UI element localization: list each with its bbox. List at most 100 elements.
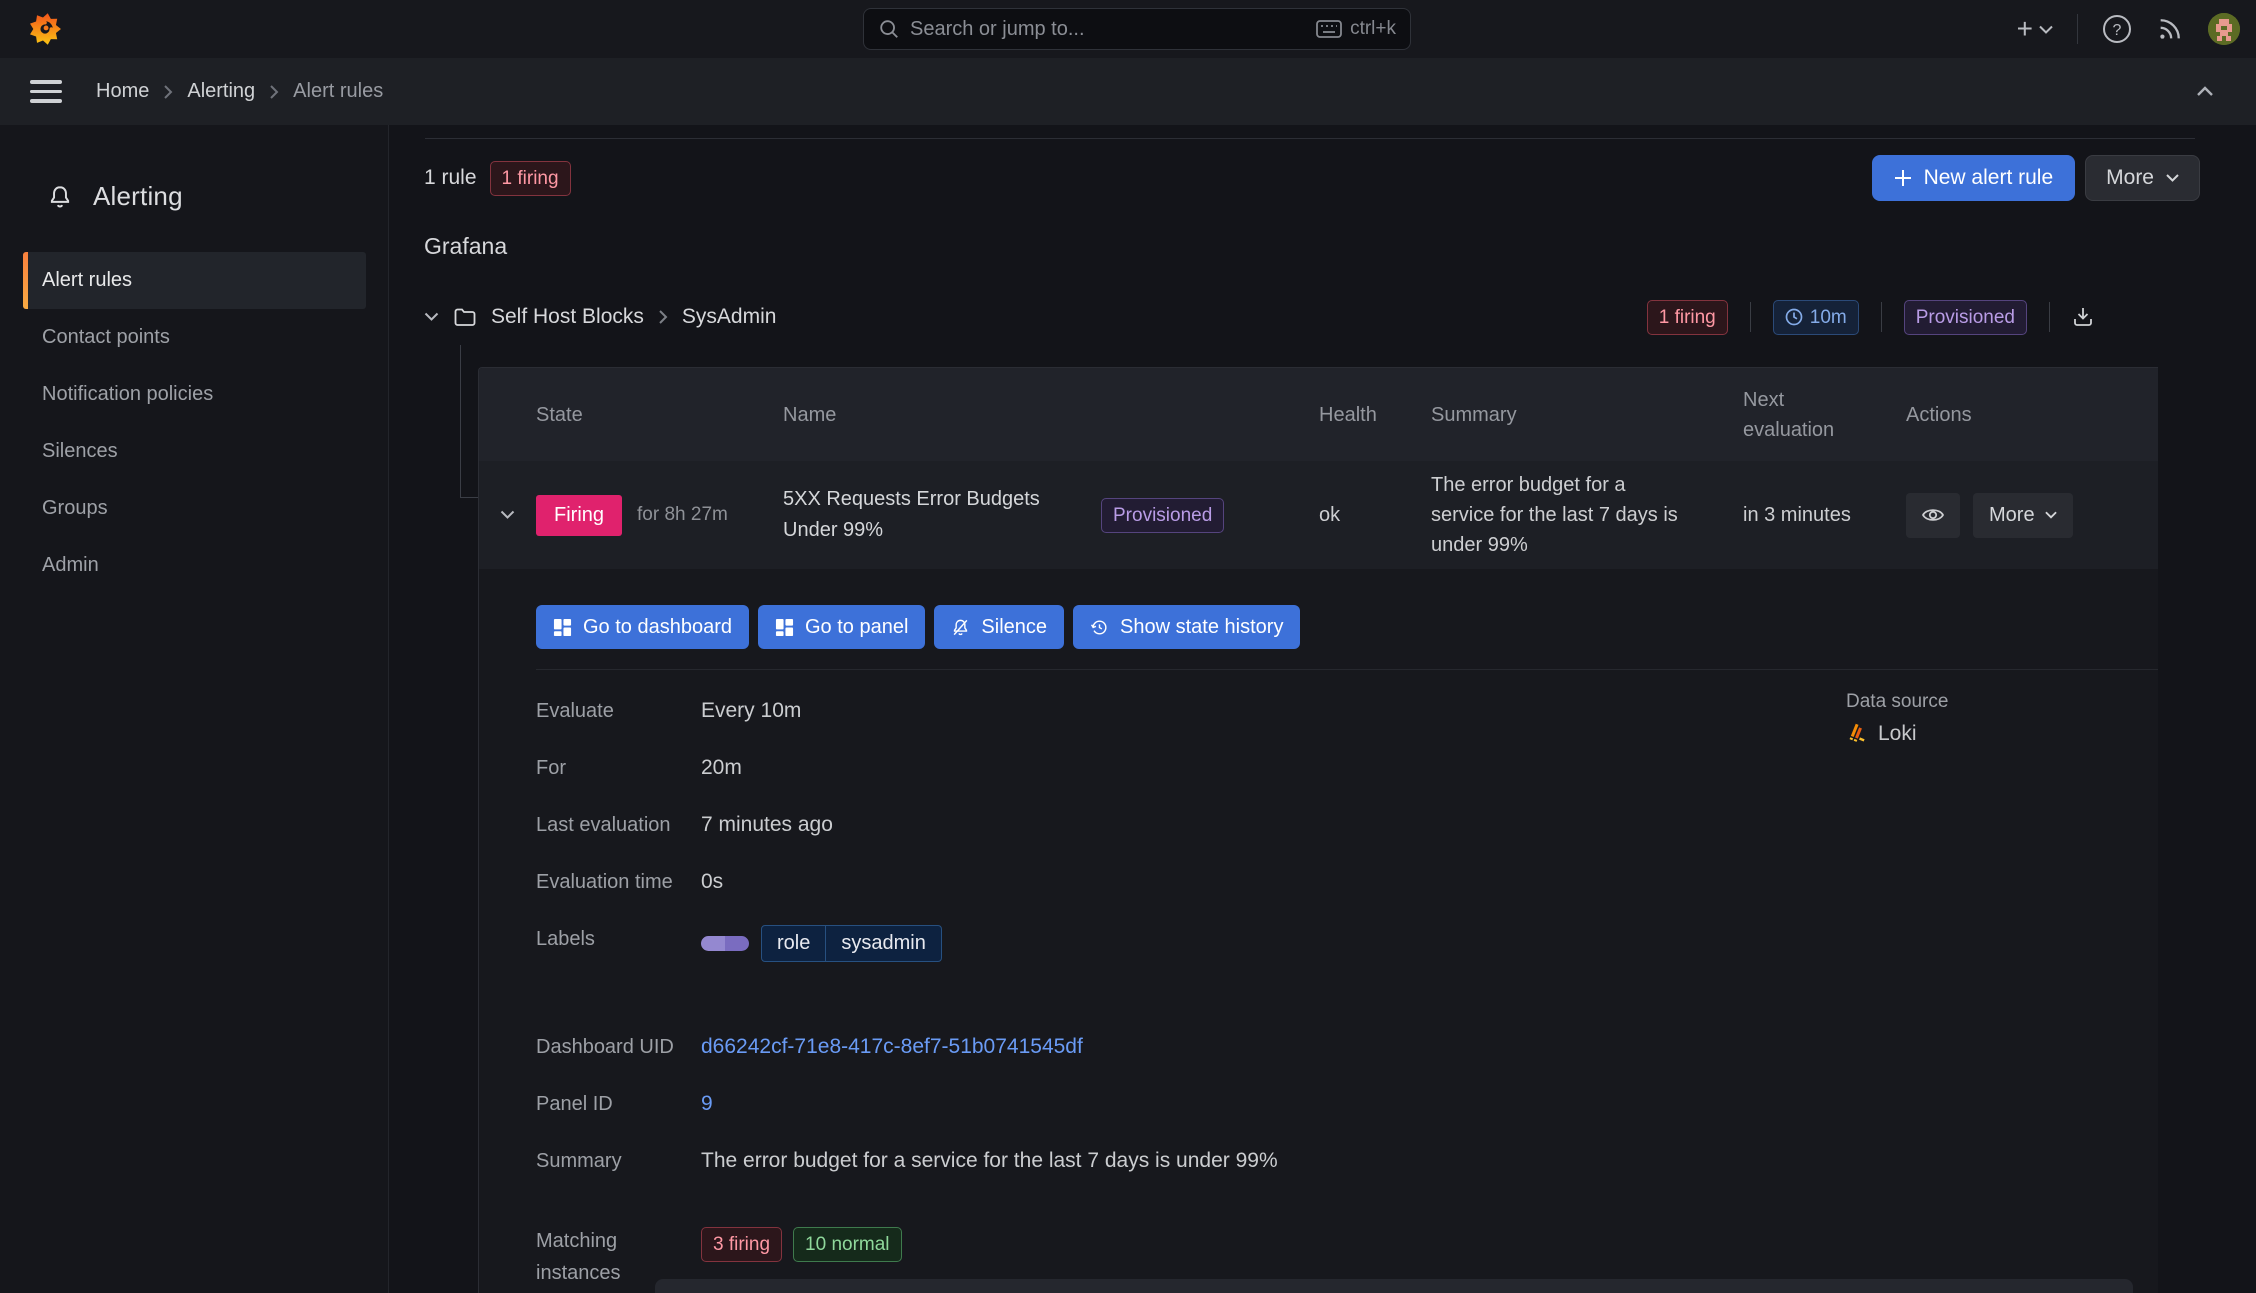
collapse-chevron-icon[interactable] (424, 312, 439, 322)
row-expand-chevron[interactable] (479, 510, 536, 520)
chevron-down-icon (2166, 174, 2179, 182)
clock-icon (1785, 308, 1803, 326)
sidebar-item-contact-points[interactable]: Contact points (23, 309, 366, 366)
detail-row-evaluate: Evaluate Every 10m (536, 697, 942, 725)
shortcut-label: ctrl+k (1350, 18, 1396, 39)
tree-connector (460, 497, 478, 498)
divider (1749, 302, 1751, 332)
detail-label: Dashboard UID (536, 1036, 674, 1058)
alert-rule-row: Firing for 8h 27m 5XX Requests Error Bud… (479, 461, 2158, 569)
label-key: role (762, 926, 827, 961)
keyboard-icon (1316, 19, 1342, 39)
detail-label: Last evaluation (536, 814, 671, 836)
new-alert-rule-button[interactable]: New alert rule (1871, 155, 2076, 201)
sidebar-nav: Alert rules Contact points Notification … (0, 252, 388, 594)
alert-rules-main: 1 rule 1 firing New alert rule More Graf… (389, 125, 2256, 1293)
label-color-pill (701, 936, 749, 951)
search-shortcut: ctrl+k (1316, 18, 1396, 40)
panel-grid-icon (775, 618, 794, 636)
grafana-logo-icon[interactable] (28, 12, 62, 46)
detail-row-panel-id: Panel ID 9 (536, 1090, 1278, 1118)
bell-slash-icon (954, 619, 968, 635)
user-avatar[interactable] (2208, 13, 2240, 45)
instances-table-header (655, 1279, 2133, 1293)
rule-count: 1 rule (424, 166, 477, 189)
rule-summary: The error budget for a service for the l… (1431, 474, 1678, 556)
folder-subfolder[interactable]: SysAdmin (682, 305, 777, 329)
sidebar-item-groups[interactable]: Groups (23, 480, 366, 537)
rule-detail-panel: Go to dashboard Go to panel Silence Show… (479, 569, 2158, 1293)
breadcrumb-home[interactable]: Home (96, 80, 149, 103)
detail-value: 20m (701, 756, 742, 779)
more-actions-button[interactable]: More (2085, 155, 2200, 201)
chevron-right-icon (659, 310, 668, 324)
export-button[interactable] (2072, 306, 2094, 328)
plus-icon (1894, 170, 1911, 186)
rules-table-header: State Name Health Summary Next evaluatio… (479, 368, 2158, 461)
top-nav-bar: ctrl+k + ? (0, 0, 2256, 58)
datasource-label: Data source (1846, 691, 1949, 712)
panel-id-link[interactable]: 9 (701, 1090, 713, 1118)
sidebar-item-alert-rules[interactable]: Alert rules (23, 252, 366, 309)
loki-icon (1846, 723, 1868, 745)
menu-toggle-button[interactable] (30, 80, 62, 103)
rule-health: ok (1319, 503, 1341, 526)
chevron-down-icon (2039, 25, 2053, 34)
col-state: State (536, 403, 583, 426)
rule-name-link[interactable]: 5XX Requests Error Budgets Under 99% (783, 484, 1083, 546)
firing-duration: for 8h 27m (637, 504, 728, 525)
sidebar-item-notification-policies[interactable]: Notification policies (23, 366, 366, 423)
silence-button[interactable]: Silence (934, 605, 1065, 649)
provisioned-badge: Provisioned (1903, 299, 2027, 335)
dashboard-grid-icon (553, 618, 572, 636)
sidebar-title-label: Alerting (93, 181, 183, 211)
breadcrumb: Home Alerting Alert rules (96, 80, 383, 103)
dashboard-uid-link[interactable]: d66242cf-71e8-417c-8ef7-51b0741545df (701, 1033, 1083, 1061)
rule-more-button[interactable]: More (1973, 492, 2073, 538)
go-to-panel-button[interactable]: Go to panel (758, 605, 926, 649)
folder-icon (453, 306, 477, 328)
firing-count-badge: 1 firing (489, 160, 571, 196)
collapse-up-button[interactable] (2196, 86, 2214, 97)
breadcrumb-bar: Home Alerting Alert rules (0, 58, 2256, 125)
help-button[interactable]: ? (2102, 14, 2132, 44)
new-menu-button[interactable]: + (2017, 15, 2053, 43)
label-chip[interactable]: role sysadmin (761, 925, 942, 962)
global-search[interactable]: ctrl+k (863, 8, 1411, 50)
annotation-details: Dashboard UID d66242cf-71e8-417c-8ef7-51… (536, 1033, 1278, 1289)
sidebar-title: Alerting (47, 181, 388, 212)
matching-normal-badge: 10 normal (793, 1227, 902, 1262)
detail-label: Labels (536, 928, 595, 950)
rules-table: State Name Health Summary Next evaluatio… (478, 367, 2158, 1293)
section-title-grafana: Grafana (424, 233, 508, 259)
tree-connector (460, 345, 461, 497)
divider (2049, 302, 2050, 332)
detail-label: Panel ID (536, 1093, 613, 1115)
detail-row-labels: Labels role sysadmin (536, 925, 942, 962)
datasource-name[interactable]: Loki (1878, 722, 1917, 746)
show-state-history-button[interactable]: Show state history (1073, 605, 1301, 649)
detail-label: Evaluation time (536, 871, 673, 893)
sidebar-item-admin[interactable]: Admin (23, 537, 366, 594)
folder-name[interactable]: Self Host Blocks (491, 305, 644, 329)
divider (1880, 302, 1882, 332)
go-to-dashboard-button[interactable]: Go to dashboard (536, 605, 749, 649)
col-next-evaluation: Next evaluation (1743, 388, 1835, 441)
folder-firing-badge: 1 firing (1646, 299, 1728, 335)
detail-value: Every 10m (701, 699, 802, 722)
history-icon (1090, 619, 1107, 635)
bell-icon (47, 184, 73, 210)
evaluation-interval-badge: 10m (1772, 299, 1859, 335)
eye-icon (1921, 509, 1945, 521)
firing-state-badge[interactable]: Firing (536, 494, 623, 536)
detail-row-dashboard-uid: Dashboard UID d66242cf-71e8-417c-8ef7-51… (536, 1033, 1278, 1061)
view-rule-button[interactable] (1906, 492, 1960, 538)
matching-firing-badge: 3 firing (701, 1227, 783, 1262)
rule-provisioned-badge: Provisioned (1101, 497, 1225, 533)
breadcrumb-alerting[interactable]: Alerting (187, 80, 255, 103)
search-input[interactable] (910, 17, 1307, 41)
news-rss-button[interactable] (2156, 15, 2184, 43)
detail-row-evaluation-time: Evaluation time 0s (536, 868, 942, 896)
sidebar-item-silences[interactable]: Silences (23, 423, 366, 480)
detail-row-last-evaluation: Last evaluation 7 minutes ago (536, 811, 942, 839)
